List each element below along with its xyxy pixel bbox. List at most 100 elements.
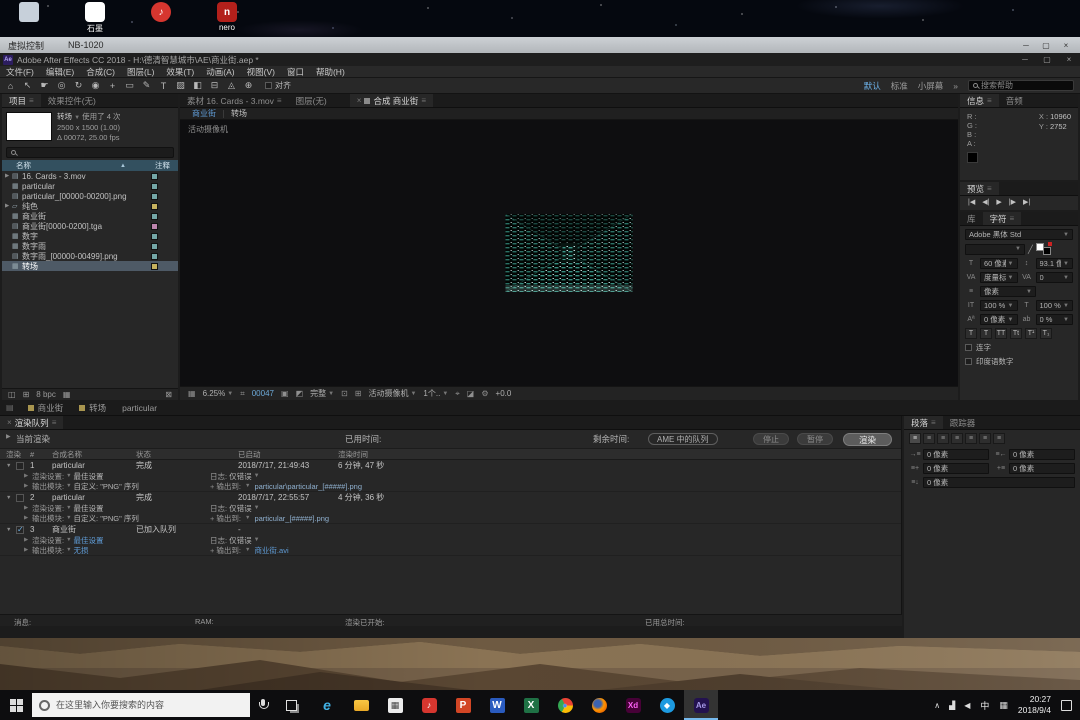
- render-checkbox[interactable]: [16, 462, 24, 470]
- vertical-scale-dropdown[interactable]: 100 %▼: [980, 300, 1018, 311]
- eyedropper-icon[interactable]: ╱: [1028, 245, 1033, 254]
- tab-info[interactable]: 信息 ≡: [960, 94, 999, 107]
- project-item-row[interactable]: ▤ 数字雨_[00000-00499].png: [2, 251, 178, 261]
- tab-tracker[interactable]: 跟踪器: [943, 416, 983, 429]
- task-view-button[interactable]: [276, 690, 306, 720]
- render-job-row[interactable]: ▼ 2 particular 完成 2018/7/17, 22:55:57 4 …: [0, 492, 901, 503]
- music-app-icon[interactable]: ♪: [412, 690, 446, 720]
- tab-preview[interactable]: 预览 ≡: [960, 182, 999, 195]
- type-style-button[interactable]: T: [980, 328, 992, 339]
- timeline-tab[interactable]: 转场: [71, 400, 114, 415]
- project-item-row[interactable]: ▦ 数字雨: [2, 241, 178, 251]
- zoom-tool-icon[interactable]: ◎: [53, 80, 70, 91]
- hand-tool-icon[interactable]: ☛: [36, 80, 53, 91]
- queue-in-ame-button[interactable]: AME 中的队列: [648, 433, 718, 445]
- render-job-row[interactable]: ▼ 3 商业街 已加入队列 -: [0, 524, 901, 535]
- taskbar-clock[interactable]: 20:27 2018/9/4: [1018, 694, 1051, 715]
- add-output-icon[interactable]: +: [210, 482, 214, 491]
- firefox-icon[interactable]: [582, 690, 616, 720]
- timeline-icon[interactable]: ⚙: [481, 389, 488, 398]
- maximize-icon[interactable]: ▢: [1036, 55, 1058, 64]
- crumb-layer[interactable]: 转场: [231, 108, 247, 119]
- menu-item[interactable]: 帮助(H): [310, 66, 351, 78]
- twirl-right-icon[interactable]: ▶: [24, 537, 32, 543]
- tracking-dropdown[interactable]: 0▼: [1036, 272, 1074, 283]
- type-style-button[interactable]: Tt: [1010, 328, 1022, 339]
- project-item-row[interactable]: ▶ ▤ 16. Cards - 3.mov: [2, 171, 178, 181]
- minimize-icon[interactable]: ─: [1014, 55, 1036, 64]
- store-icon[interactable]: ▦: [378, 690, 412, 720]
- label-color-chip[interactable]: [151, 183, 158, 190]
- ligatures-checkbox[interactable]: [965, 344, 972, 351]
- twirl-right-icon[interactable]: ▶: [24, 483, 32, 489]
- start-button[interactable]: [0, 690, 32, 720]
- align-button[interactable]: ≡: [965, 433, 977, 444]
- excel-icon[interactable]: X: [514, 690, 548, 720]
- label-color-chip[interactable]: [151, 223, 158, 230]
- project-item-row[interactable]: ▦ 转场: [2, 261, 178, 271]
- action-center-icon[interactable]: [1061, 700, 1072, 711]
- tab-layer[interactable]: 图层(无): [289, 94, 334, 107]
- desktop-icon-image[interactable]: [19, 2, 39, 22]
- transport-button[interactable]: ◀|: [982, 198, 989, 206]
- render-checkbox[interactable]: [16, 526, 24, 534]
- workspace-tab[interactable]: 默认: [864, 80, 881, 92]
- new-folder-icon[interactable]: ⊞: [23, 390, 30, 399]
- column-comment[interactable]: 注释: [155, 160, 170, 171]
- tab-libraries[interactable]: 库: [960, 212, 983, 225]
- dropdown-arrow-icon[interactable]: ▼: [245, 547, 250, 553]
- panel-menu-icon[interactable]: ≡: [987, 184, 992, 193]
- taskbar-search-input[interactable]: [56, 700, 224, 710]
- snapping-checkbox[interactable]: [265, 82, 272, 89]
- menu-item[interactable]: 视图(V): [241, 66, 281, 78]
- twirl-down-icon[interactable]: ▼: [6, 495, 16, 501]
- indent-field[interactable]: 0 像素: [1009, 449, 1075, 460]
- kerning-dropdown[interactable]: 度量标准▼: [980, 272, 1018, 283]
- render-checkbox[interactable]: [16, 494, 24, 502]
- align-button[interactable]: ≡: [951, 433, 963, 444]
- transport-button[interactable]: ▶|: [1023, 198, 1030, 206]
- workspace-overflow-icon[interactable]: »: [953, 81, 958, 91]
- menu-item[interactable]: 编辑(E): [40, 66, 80, 78]
- timeline-tab[interactable]: 商业街: [20, 400, 72, 415]
- tab-project[interactable]: 项目 ≡: [2, 94, 41, 107]
- label-color-chip[interactable]: [151, 173, 158, 180]
- project-item-row[interactable]: ▶ ▱ 纯色: [2, 201, 178, 211]
- taskbar-search-box[interactable]: [32, 693, 250, 717]
- panel-menu-icon[interactable]: ≡: [987, 96, 992, 105]
- baseline-shift-dropdown[interactable]: 0 像素▼: [980, 314, 1018, 325]
- stop-button[interactable]: 停止: [753, 433, 789, 445]
- dropdown-arrow-icon[interactable]: ▼: [66, 473, 71, 479]
- twirl-right-icon[interactable]: ▶: [24, 547, 32, 553]
- align-button[interactable]: ≡: [993, 433, 1005, 444]
- file-explorer-icon[interactable]: [344, 690, 378, 720]
- menu-item[interactable]: 合成(C): [80, 66, 121, 78]
- timeline-tab[interactable]: particular: [114, 400, 165, 415]
- project-item-row[interactable]: ▦ 商业街: [2, 211, 178, 221]
- twirl-right-icon[interactable]: ▶: [24, 473, 32, 479]
- transport-button[interactable]: |▶: [1009, 198, 1016, 206]
- menu-item[interactable]: 图层(L): [121, 66, 160, 78]
- indent-field[interactable]: 0 像素: [923, 477, 1075, 488]
- menu-item[interactable]: 效果(T): [160, 66, 200, 78]
- shape-tool-icon[interactable]: ▭: [121, 80, 138, 91]
- item-twirl-icon[interactable]: ▼: [74, 115, 80, 121]
- tab-render-queue[interactable]: × 渲染队列 ≡: [0, 416, 63, 429]
- close-icon[interactable]: ×: [7, 418, 12, 427]
- orbit-camera-tool-icon[interactable]: ↻: [70, 80, 87, 91]
- brush-tool-icon[interactable]: ▨: [172, 80, 189, 91]
- tab-footage[interactable]: 素材 16. Cards - 3.mov ≡: [180, 94, 289, 107]
- tab-character[interactable]: 字符 ≡: [983, 212, 1022, 225]
- close-icon[interactable]: ×: [1056, 41, 1076, 50]
- powerpoint-icon[interactable]: P: [446, 690, 480, 720]
- current-time-display[interactable]: 00047: [252, 389, 274, 398]
- dropdown-arrow-icon[interactable]: ▼: [66, 505, 71, 511]
- type-style-button[interactable]: T₁: [1040, 328, 1052, 339]
- camera-view-dropdown[interactable]: 活动摄像机▼: [368, 388, 416, 399]
- tab-composition[interactable]: × 合成 商业街 ≡: [350, 94, 433, 107]
- menu-item[interactable]: 窗口: [281, 66, 310, 78]
- font-family-dropdown[interactable]: Adobe 黑体 Std▼: [965, 229, 1073, 240]
- new-composition-icon[interactable]: ▦: [63, 390, 71, 399]
- panel-menu-icon[interactable]: ≡: [421, 96, 426, 105]
- twirl-down-icon[interactable]: ▼: [6, 463, 16, 469]
